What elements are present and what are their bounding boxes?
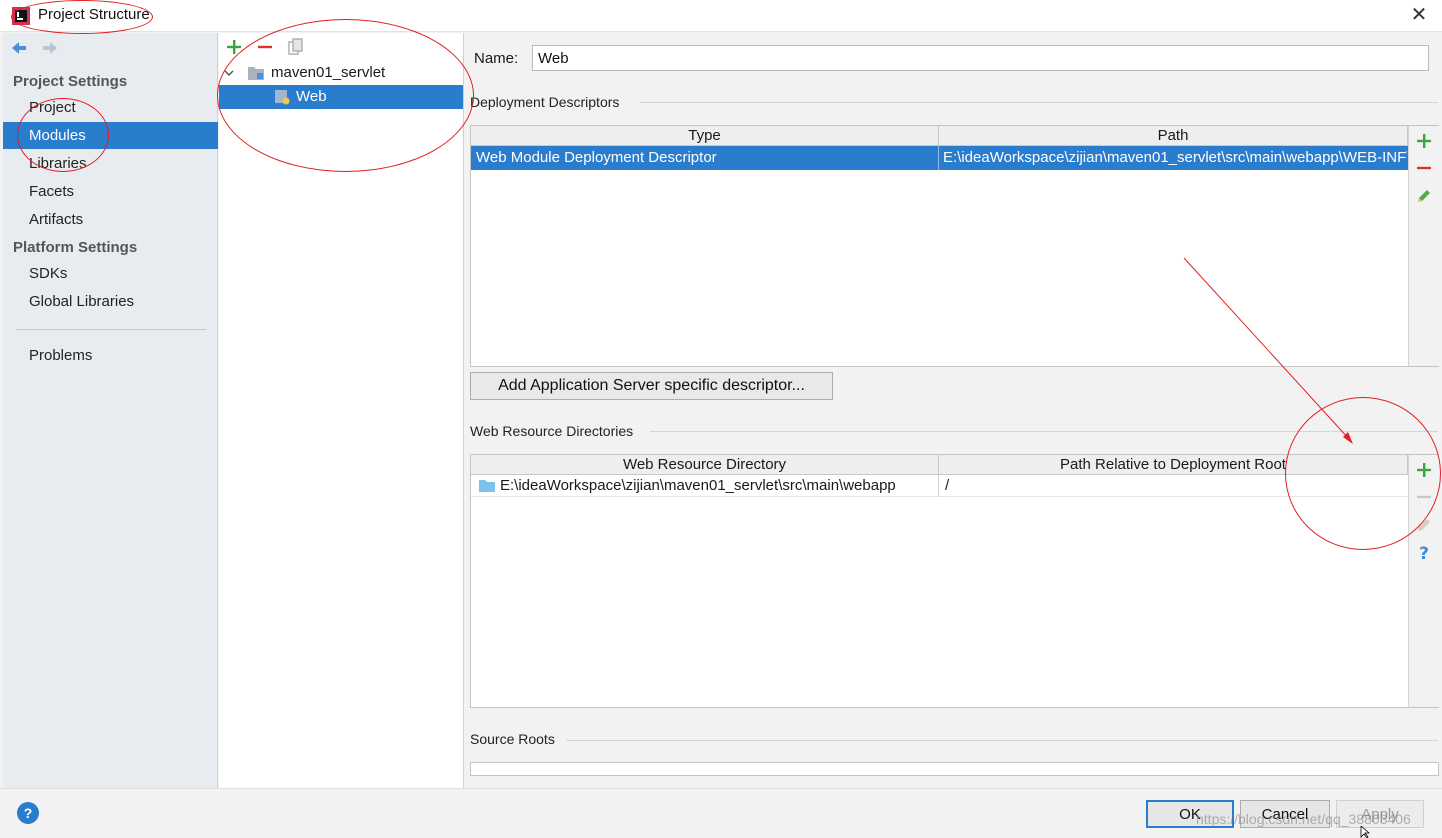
column-header-path[interactable]: Path — [939, 126, 1408, 146]
sidebar-item-facets[interactable]: Facets — [3, 178, 218, 205]
source-roots-list[interactable] — [470, 762, 1439, 776]
relative-path-cell: / — [945, 477, 950, 494]
resource-directory-cell: E:\ideaWorkspace\zijian\maven01_servlet\… — [500, 477, 896, 494]
descriptor-type-cell: Web Module Deployment Descriptor — [476, 146, 936, 170]
sidebar-item-sdks[interactable]: SDKs — [3, 260, 218, 287]
section-platform-settings: Platform Settings — [13, 239, 138, 256]
table-row[interactable]: E:\ideaWorkspace\zijian\maven01_servlet\… — [471, 475, 1408, 497]
deployment-descriptors-title: Deployment Descriptors — [470, 94, 628, 110]
column-header-web-resource-directory[interactable]: Web Resource Directory — [471, 455, 939, 475]
cell-divider — [938, 475, 939, 497]
edit-pencil-icon[interactable] — [1414, 186, 1434, 206]
group-separator — [566, 740, 1438, 741]
section-project-settings: Project Settings — [13, 73, 128, 90]
folder-icon — [479, 480, 495, 492]
table-row[interactable]: Web Module Deployment Descriptor E:\idea… — [471, 146, 1408, 170]
forward-arrow-icon[interactable] — [40, 38, 60, 58]
name-label: Name: — [474, 50, 519, 67]
annotation-ellipse-title — [11, 0, 153, 34]
help-button[interactable]: ? — [17, 802, 39, 824]
remove-icon[interactable] — [1414, 158, 1434, 178]
sidebar-item-artifacts[interactable]: Artifacts — [3, 206, 218, 233]
cell-divider — [938, 146, 939, 170]
back-arrow-icon[interactable] — [9, 38, 29, 58]
mouse-cursor-icon — [1360, 826, 1371, 838]
annotation-arrow — [1183, 257, 1353, 444]
annotation-ellipse-tree — [217, 19, 474, 172]
add-icon[interactable] — [1414, 131, 1434, 151]
web-resource-directories-title: Web Resource Directories — [470, 423, 642, 439]
help-question-icon[interactable]: ? — [1414, 543, 1434, 563]
group-separator — [640, 102, 1438, 103]
title-bar — [0, 0, 1442, 32]
annotation-ellipse-modules — [17, 98, 109, 172]
watermark: https://blog.csdn.net/qq_38803406 — [1196, 811, 1411, 827]
add-server-descriptor-button[interactable]: Add Application Server specific descript… — [470, 372, 833, 400]
sidebar-divider — [16, 329, 206, 330]
sidebar-item-problems[interactable]: Problems — [3, 342, 218, 369]
column-header-type[interactable]: Type — [471, 126, 939, 146]
descriptor-path-cell: E:\ideaWorkspace\zijian\maven01_servlet\… — [943, 146, 1407, 170]
sidebar-item-global-libraries[interactable]: Global Libraries — [3, 288, 218, 315]
descriptor-toolbar — [1408, 126, 1440, 366]
svg-text:?: ? — [1419, 544, 1429, 563]
name-input[interactable] — [532, 45, 1429, 71]
source-roots-title: Source Roots — [470, 731, 563, 747]
close-icon[interactable]: ✕ — [1408, 4, 1430, 26]
